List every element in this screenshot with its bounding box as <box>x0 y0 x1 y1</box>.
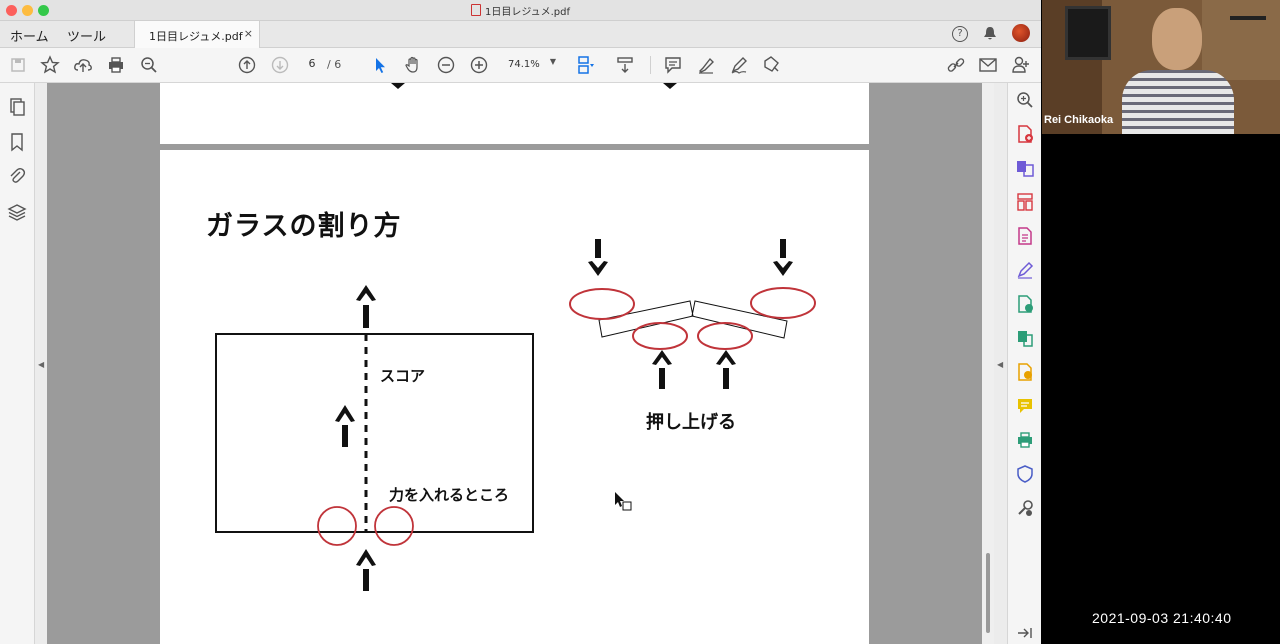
page-up-icon[interactable] <box>237 55 257 75</box>
page-total: / 6 <box>327 58 342 71</box>
tab-document[interactable]: 1日目レジュメ.pdf × <box>134 21 260 48</box>
pdf-page-previous <box>160 83 869 144</box>
vertical-scrollbar[interactable] <box>982 83 994 644</box>
layers-icon[interactable] <box>7 202 27 222</box>
request-signature-icon[interactable] <box>1015 294 1035 314</box>
pressure-circle-left <box>317 506 357 546</box>
title-bar: 1日目レジュメ.pdf <box>0 0 1041 21</box>
pdf-file-icon <box>470 4 481 16</box>
zoom-level-value: 74.1% <box>508 59 540 70</box>
compress-pdf-icon[interactable] <box>1015 328 1035 348</box>
tab-document-label: 1日目レジュメ.pdf <box>149 30 243 43</box>
red-ellipse-top-left <box>569 288 635 320</box>
close-tab-icon[interactable]: × <box>244 27 253 40</box>
tab-bar: ホーム ツール 1日目レジュメ.pdf × ? <box>0 21 1041 48</box>
pressure-circle-right <box>374 506 414 546</box>
hand-icon[interactable] <box>403 55 423 75</box>
down-arrow-left <box>588 239 608 276</box>
up-arrow-top <box>356 285 376 328</box>
glass-pieces <box>598 300 788 339</box>
attachments-icon[interactable] <box>7 166 27 186</box>
tab-tools[interactable]: ツール <box>67 26 106 45</box>
account-avatar[interactable] <box>1012 24 1030 42</box>
video-wall-panel <box>1202 0 1280 80</box>
protect-icon[interactable] <box>1015 464 1035 484</box>
combine-files-icon[interactable] <box>1015 158 1035 178</box>
glass-cutting-diagram <box>215 239 816 591</box>
scrollbar-thumb[interactable] <box>986 553 990 633</box>
page-number-input[interactable]: 6 <box>303 57 321 73</box>
page-thumbnails-icon[interactable] <box>7 97 27 117</box>
video-lamp-bar <box>1230 16 1266 20</box>
video-person-head <box>1152 8 1202 70</box>
print-icon[interactable] <box>106 55 126 75</box>
collapse-left-pane-icon[interactable]: ◀ <box>38 360 44 369</box>
more-tools-icon[interactable] <box>1015 498 1035 518</box>
email-icon[interactable] <box>978 55 998 75</box>
upload-icon[interactable] <box>73 55 93 75</box>
zoom-level-dropdown[interactable]: 74.1% ▼ <box>502 57 558 73</box>
up-arrow-push-right <box>716 350 736 389</box>
acrobat-window: 1日目レジュメ.pdf ホーム ツール 1日目レジュメ.pdf × ? 6 / … <box>0 0 1041 644</box>
collapse-right-pane-icon[interactable]: ◀ <box>997 360 1003 369</box>
bookmark-star-icon[interactable] <box>40 55 60 75</box>
zoom-in-icon[interactable] <box>469 55 489 75</box>
notifications-icon[interactable] <box>983 26 997 46</box>
search-icon[interactable] <box>1015 90 1035 110</box>
score-label: スコア <box>380 367 426 385</box>
red-ellipse-top-right <box>750 287 816 319</box>
save-icon[interactable] <box>8 55 28 75</box>
pdf-page-6: ガラスの割り方 スコア 力を入れるところ 押し上げる <box>160 150 869 644</box>
red-ellipse-bottom-right <box>697 322 753 350</box>
window-title-wrap: 1日目レジュメ.pdf <box>0 3 1041 18</box>
toolbar-divider <box>650 56 651 74</box>
edit-pdf-icon[interactable] <box>1015 260 1035 280</box>
create-pdf-icon[interactable] <box>1015 124 1035 144</box>
zoom-out-icon[interactable] <box>436 55 456 75</box>
chevron-down-icon: ▼ <box>549 57 556 66</box>
up-arrow-bottom <box>356 549 376 591</box>
recording-timestamp: 2021-09-03 21:40:40 <box>1092 610 1232 626</box>
red-ellipse-bottom-left <box>632 322 688 350</box>
bookmarks-icon[interactable] <box>7 132 27 152</box>
main-toolbar: 6 / 6 74.1% ▼ <box>0 48 1041 83</box>
participant-name-tag: Rei Chikaoka <box>1044 114 1114 126</box>
scroll-mode-icon[interactable] <box>615 55 635 75</box>
push-up-label: 押し上げる <box>646 412 736 433</box>
stamp-icon[interactable] <box>761 55 781 75</box>
up-arrow-push-left <box>652 350 672 389</box>
help-icon[interactable]: ? <box>952 26 968 42</box>
previous-page-arrow-fragments <box>391 83 677 89</box>
tab-home[interactable]: ホーム <box>10 26 49 45</box>
video-person-shirt <box>1122 70 1234 134</box>
document-viewport[interactable]: ガラスの割り方 スコア 力を入れるところ 押し上げる <box>47 83 982 644</box>
print-production-icon[interactable] <box>1015 430 1035 450</box>
add-user-icon[interactable] <box>1011 55 1031 75</box>
organize-pages-icon[interactable] <box>1015 192 1035 212</box>
navigation-pane <box>0 83 35 644</box>
search-icon[interactable] <box>139 55 159 75</box>
window-title: 1日目レジュメ.pdf <box>484 7 571 18</box>
export-pdf-icon[interactable] <box>1015 226 1035 246</box>
sign-icon[interactable] <box>729 55 749 75</box>
scan-icon[interactable] <box>1015 362 1035 382</box>
down-arrow-right <box>773 239 793 276</box>
fit-page-icon[interactable] <box>575 55 595 75</box>
up-arrow-middle <box>335 405 355 447</box>
video-wall-frame <box>1065 6 1111 60</box>
comment-tool-icon[interactable] <box>1015 396 1035 416</box>
highlighter-icon[interactable] <box>696 55 716 75</box>
tools-pane <box>1007 83 1041 644</box>
page-down-icon[interactable] <box>270 55 290 75</box>
force-point-label: 力を入れるところ <box>389 486 510 504</box>
comment-icon[interactable] <box>663 55 683 75</box>
mouse-pointer-icon <box>615 492 632 511</box>
collapse-tools-icon[interactable] <box>1015 623 1035 643</box>
select-arrow-icon[interactable] <box>370 55 390 75</box>
share-link-icon[interactable] <box>946 55 966 75</box>
